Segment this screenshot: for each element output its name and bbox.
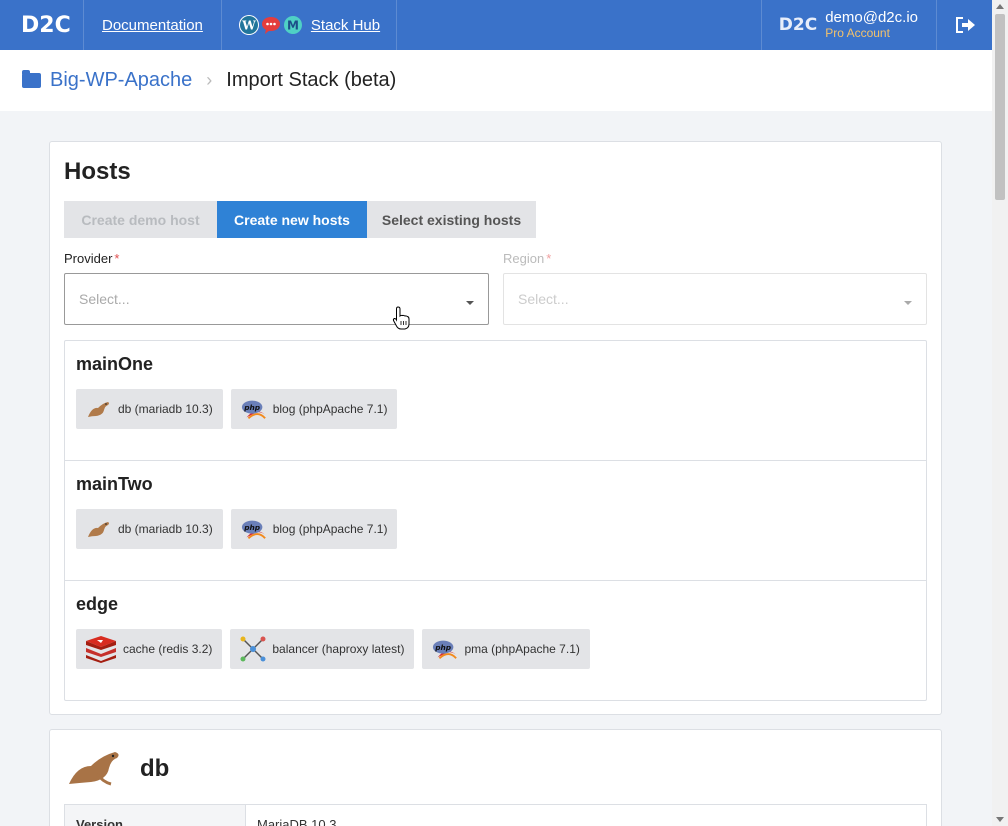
- host-row: mainOne db (mariadb 10.3) php blog (phpA…: [65, 341, 926, 461]
- region-label: Region *: [503, 251, 551, 266]
- db-title: db: [140, 754, 170, 782]
- service-chip[interactable]: db (mariadb 10.3): [76, 509, 223, 549]
- php-icon: php: [241, 516, 267, 542]
- mariadb-icon: [86, 396, 112, 422]
- php-icon: php: [432, 636, 458, 662]
- tab-select-existing-hosts[interactable]: Select existing hosts: [367, 201, 536, 238]
- hand-cursor-icon: [392, 306, 410, 330]
- scroll-thumb[interactable]: [995, 14, 1005, 200]
- provider-placeholder: Select...: [79, 291, 130, 307]
- account-logo: D2C: [778, 15, 818, 35]
- account-email: demo@d2c.io: [825, 9, 918, 26]
- mariadb-icon: [67, 746, 123, 791]
- version-key: Version: [65, 805, 246, 826]
- scroll-down-icon[interactable]: [996, 817, 1004, 822]
- account-plan: Pro Account: [825, 26, 890, 40]
- provider-select[interactable]: Select...: [64, 273, 489, 325]
- db-service-card: db Version MariaDB 10.3: [49, 729, 942, 826]
- svg-text:php: php: [435, 643, 453, 652]
- service-label: cache (redis 3.2): [123, 642, 213, 656]
- page-scrollbar[interactable]: [992, 0, 1008, 826]
- account-menu[interactable]: D2C demo@d2c.io Pro Account: [760, 0, 937, 50]
- version-value: MariaDB 10.3: [257, 817, 337, 826]
- service-label: blog (phpApache 7.1): [272, 402, 388, 416]
- service-chip[interactable]: php pma (phpApache 7.1): [422, 629, 590, 669]
- logout-button[interactable]: [937, 0, 992, 50]
- tab-create-demo-host: Create demo host: [64, 201, 217, 238]
- host-mode-tabs: Create demo host Create new hosts Select…: [64, 201, 536, 238]
- d2c-logo[interactable]: D2C: [0, 0, 84, 50]
- required-mark: *: [114, 251, 120, 266]
- service-label: pma (phpApache 7.1): [464, 642, 580, 656]
- host-name: mainOne: [76, 354, 154, 374]
- svg-text:M: M: [287, 19, 299, 33]
- host-row: edge cache (redis 3.2) balancer (haproxy…: [65, 581, 926, 701]
- required-mark: *: [546, 251, 552, 266]
- service-label: db (mariadb 10.3): [118, 522, 213, 536]
- stack-hub-label: Stack Hub: [310, 16, 381, 34]
- hosts-title: Hosts: [64, 158, 131, 185]
- scroll-up-icon[interactable]: [996, 4, 1004, 9]
- host-name: mainTwo: [76, 474, 153, 494]
- provider-label-text: Provider: [64, 251, 113, 266]
- logout-icon: [955, 17, 975, 33]
- breadcrumb-separator: ›: [206, 70, 213, 90]
- service-label: db (mariadb 10.3): [118, 402, 213, 416]
- svg-text:php: php: [243, 403, 261, 412]
- breadcrumb-project-link[interactable]: Big-WP-Apache: [50, 69, 192, 92]
- mariadb-icon: [86, 516, 112, 542]
- stack-hub-link[interactable]: W M Stack Hub: [222, 0, 398, 50]
- provider-label: Provider *: [64, 251, 119, 266]
- svg-text:php: php: [243, 523, 261, 532]
- page-title: Import Stack (beta): [226, 69, 397, 91]
- service-chip[interactable]: balancer (haproxy latest): [230, 629, 415, 669]
- service-chip[interactable]: db (mariadb 10.3): [76, 389, 223, 429]
- db-properties-table: Version MariaDB 10.3: [64, 804, 927, 826]
- documentation-link[interactable]: Documentation: [84, 0, 222, 50]
- mautic-icon: M: [283, 15, 303, 35]
- folder-icon: [22, 70, 41, 88]
- host-name: edge: [76, 594, 119, 614]
- host-list: mainOne db (mariadb 10.3) php blog (phpA…: [64, 340, 927, 701]
- breadcrumb: Big-WP-Apache › Import Stack (beta): [0, 50, 992, 111]
- region-placeholder: Select...: [518, 291, 569, 307]
- hosts-card: Hosts Create demo host Create new hosts …: [49, 141, 942, 715]
- host-row: mainTwo db (mariadb 10.3) php blog (phpA…: [65, 461, 926, 581]
- region-label-text: Region: [503, 251, 545, 266]
- wordpress-icon: W: [238, 15, 259, 35]
- chat-icon: [261, 15, 281, 35]
- redis-icon: [85, 635, 117, 663]
- region-select: Select...: [503, 273, 927, 325]
- service-label: blog (phpApache 7.1): [272, 522, 388, 536]
- service-chip[interactable]: cache (redis 3.2): [76, 629, 223, 669]
- haproxy-icon: [240, 636, 266, 662]
- php-icon: php: [241, 396, 267, 422]
- chevron-down-icon: [466, 301, 474, 305]
- svg-text:W: W: [241, 19, 256, 33]
- service-chip[interactable]: php blog (phpApache 7.1): [230, 509, 398, 549]
- service-label: balancer (haproxy latest): [272, 642, 405, 656]
- top-navbar: D2C Documentation W M Stack Hub D2C demo…: [0, 0, 992, 50]
- chevron-down-icon: [904, 301, 912, 305]
- tab-create-new-hosts[interactable]: Create new hosts: [217, 201, 367, 238]
- service-chip[interactable]: php blog (phpApache 7.1): [230, 389, 398, 429]
